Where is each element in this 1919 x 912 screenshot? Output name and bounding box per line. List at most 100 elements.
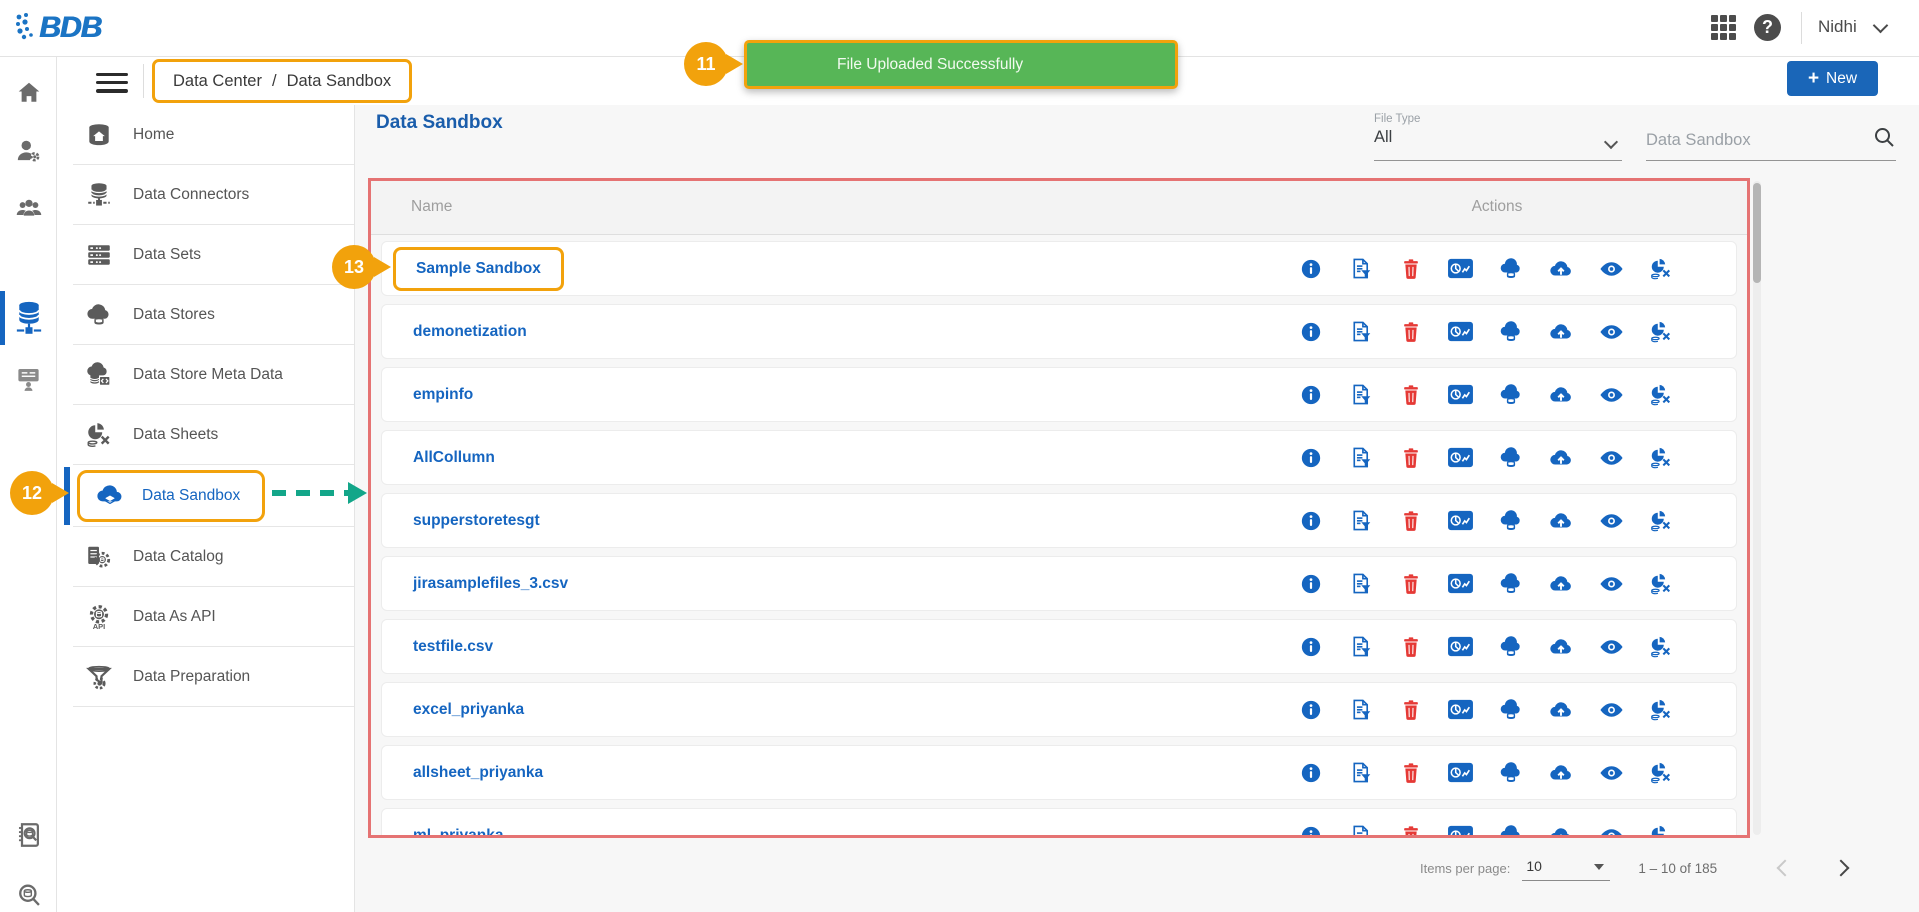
data-store-icon[interactable]: [1498, 635, 1525, 659]
upload-icon[interactable]: [1548, 446, 1575, 470]
upload-icon[interactable]: [1548, 383, 1575, 407]
sidebar-item-data-sandbox[interactable]: Data Sandbox: [64, 465, 354, 527]
filter-document-icon[interactable]: [1347, 383, 1374, 407]
scrollbar-track[interactable]: [1753, 181, 1761, 835]
preview-icon[interactable]: [1598, 509, 1625, 533]
upload-icon[interactable]: [1548, 572, 1575, 596]
dashboard-icon[interactable]: [1447, 320, 1474, 344]
preview-icon[interactable]: [1598, 761, 1625, 785]
dashboard-icon[interactable]: [1447, 698, 1474, 722]
sandbox-name-link[interactable]: AllCollumn: [413, 449, 495, 467]
sandbox-name-link[interactable]: empinfo: [413, 386, 473, 404]
data-store-icon[interactable]: [1498, 320, 1525, 344]
delete-icon[interactable]: [1397, 635, 1424, 659]
user-chevron-down-icon[interactable]: [1872, 17, 1889, 34]
data-store-icon[interactable]: [1498, 761, 1525, 785]
sidebar-item-data-catalog[interactable]: Data Catalog: [73, 527, 354, 587]
menu-hamburger-icon[interactable]: [96, 73, 128, 93]
dashboard-icon[interactable]: [1447, 509, 1474, 533]
remove-sheet-icon[interactable]: [1648, 320, 1675, 344]
info-icon[interactable]: [1297, 572, 1324, 596]
info-icon[interactable]: [1297, 698, 1324, 722]
dashboard-icon[interactable]: [1447, 572, 1474, 596]
items-per-page-select[interactable]: 10: [1522, 856, 1611, 881]
info-icon[interactable]: [1297, 446, 1324, 470]
remove-sheet-icon[interactable]: [1648, 761, 1675, 785]
upload-icon[interactable]: [1548, 320, 1575, 344]
previous-page-icon[interactable]: [1776, 859, 1794, 877]
info-icon[interactable]: [1297, 824, 1324, 835]
info-icon[interactable]: [1297, 635, 1324, 659]
upload-icon[interactable]: [1548, 635, 1575, 659]
info-icon[interactable]: [1297, 383, 1324, 407]
search-icon[interactable]: [1872, 125, 1896, 154]
preview-icon[interactable]: [1598, 698, 1625, 722]
sidebar-item-data-as-api[interactable]: API Data As API: [73, 587, 354, 647]
breadcrumb-item-data-sandbox[interactable]: Data Sandbox: [287, 72, 392, 91]
data-store-icon[interactable]: [1498, 698, 1525, 722]
remove-sheet-icon[interactable]: [1648, 509, 1675, 533]
sidebar-item-data-sheets[interactable]: Data Sheets: [73, 405, 354, 465]
bdb-logo[interactable]: BDB: [14, 11, 102, 45]
remove-sheet-icon[interactable]: [1648, 698, 1675, 722]
rail-data-search-icon[interactable]: [0, 870, 57, 912]
filter-document-icon[interactable]: [1347, 509, 1374, 533]
delete-icon[interactable]: [1397, 572, 1424, 596]
dashboard-icon[interactable]: [1447, 824, 1474, 835]
info-icon[interactable]: [1297, 509, 1324, 533]
data-store-icon[interactable]: [1498, 257, 1525, 281]
preview-icon[interactable]: [1598, 572, 1625, 596]
search-input[interactable]: [1646, 131, 1864, 150]
rail-audit-search-icon[interactable]: [0, 810, 57, 860]
apps-grid-icon[interactable]: [1711, 15, 1737, 41]
rail-home-icon[interactable]: [0, 67, 57, 117]
delete-icon[interactable]: [1397, 761, 1424, 785]
sandbox-name-link[interactable]: allsheet_priyanka: [413, 764, 543, 782]
delete-icon[interactable]: [1397, 824, 1424, 835]
delete-icon[interactable]: [1397, 698, 1424, 722]
data-store-icon[interactable]: [1498, 824, 1525, 835]
remove-sheet-icon[interactable]: [1648, 572, 1675, 596]
upload-icon[interactable]: [1548, 824, 1575, 835]
sidebar-item-data-store-meta-data[interactable]: Data Store Meta Data: [73, 345, 354, 405]
filter-document-icon[interactable]: [1347, 320, 1374, 344]
upload-icon[interactable]: [1548, 257, 1575, 281]
filter-document-icon[interactable]: [1347, 635, 1374, 659]
remove-sheet-icon[interactable]: [1648, 257, 1675, 281]
rail-user-groups-icon[interactable]: [0, 183, 57, 233]
upload-icon[interactable]: [1548, 509, 1575, 533]
delete-icon[interactable]: [1397, 257, 1424, 281]
remove-sheet-icon[interactable]: [1648, 446, 1675, 470]
sandbox-name-link[interactable]: excel_priyanka: [413, 701, 524, 719]
preview-icon[interactable]: [1598, 383, 1625, 407]
user-menu[interactable]: Nidhi: [1818, 17, 1857, 37]
sidebar-item-data-preparation[interactable]: Data Preparation: [73, 647, 354, 707]
sandbox-name-link[interactable]: jirasamplefiles_3.csv: [413, 575, 568, 593]
preview-icon[interactable]: [1598, 635, 1625, 659]
remove-sheet-icon[interactable]: [1648, 824, 1675, 835]
filter-document-icon[interactable]: [1347, 257, 1374, 281]
sandbox-name-link[interactable]: ml_priyanka: [413, 827, 503, 836]
info-icon[interactable]: [1297, 257, 1324, 281]
upload-icon[interactable]: [1548, 761, 1575, 785]
remove-sheet-icon[interactable]: [1648, 383, 1675, 407]
preview-icon[interactable]: [1598, 446, 1625, 470]
dashboard-icon[interactable]: [1447, 446, 1474, 470]
data-store-icon[interactable]: [1498, 383, 1525, 407]
dashboard-icon[interactable]: [1447, 761, 1474, 785]
sidebar-item-data-connectors[interactable]: Data Connectors: [73, 165, 354, 225]
rail-user-settings-icon[interactable]: [0, 125, 57, 175]
help-icon[interactable]: ?: [1754, 14, 1781, 41]
delete-icon[interactable]: [1397, 320, 1424, 344]
preview-icon[interactable]: [1598, 824, 1625, 835]
info-icon[interactable]: [1297, 320, 1324, 344]
sandbox-name-link[interactable]: supperstoretesgt: [413, 512, 540, 530]
next-page-icon[interactable]: [1832, 859, 1850, 877]
filter-document-icon[interactable]: [1347, 572, 1374, 596]
breadcrumb-item-data-center[interactable]: Data Center: [173, 72, 262, 91]
rail-training-board-icon[interactable]: [0, 353, 57, 403]
data-store-icon[interactable]: [1498, 446, 1525, 470]
filter-document-icon[interactable]: [1347, 698, 1374, 722]
remove-sheet-icon[interactable]: [1648, 635, 1675, 659]
preview-icon[interactable]: [1598, 257, 1625, 281]
